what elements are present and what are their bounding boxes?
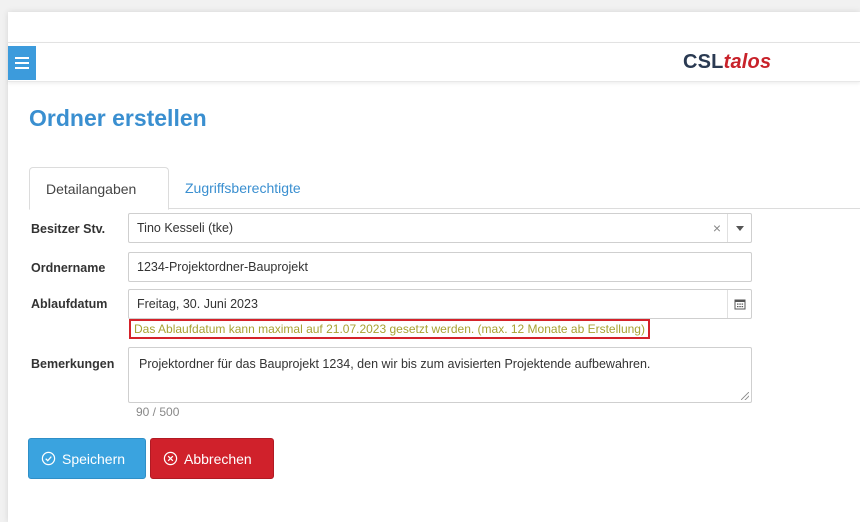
expiry-value: Freitag, 30. Juni 2023 [137, 297, 258, 311]
save-button[interactable]: Speichern [28, 438, 146, 479]
owner-select[interactable]: Tino Kesseli (tke) × [128, 213, 752, 243]
menu-icon-line [15, 62, 29, 64]
menu-icon-line [15, 57, 29, 59]
hamburger-menu-button[interactable] [8, 46, 36, 80]
check-circle-icon [41, 451, 56, 466]
page-title: Ordner erstellen [29, 105, 207, 131]
clear-icon[interactable]: × [713, 214, 721, 242]
folder-name-label: Ordnername [31, 261, 106, 275]
brand-logo-part2: talos [723, 51, 772, 73]
tab-detailangaben[interactable]: Detailangaben [29, 167, 169, 210]
expiry-hint: Das Ablaufdatum kann maximal auf 21.07.2… [129, 319, 650, 339]
top-bar: CSLtalos [8, 42, 860, 82]
brand-logo-part1: CSL [683, 51, 724, 73]
folder-name-input[interactable]: 1234-Projektordner-Bauprojekt [128, 252, 752, 282]
owner-value: Tino Kesseli (tke) [137, 221, 234, 235]
tab-zugriffsberechtigte[interactable]: Zugriffsberechtigte [169, 167, 317, 209]
cancel-button[interactable]: Abbrechen [150, 438, 274, 479]
menu-icon-line [15, 67, 29, 69]
owner-label: Besitzer Stv. [31, 222, 106, 236]
folder-name-value: 1234-Projektordner-Bauprojekt [137, 260, 308, 274]
char-counter: 90 / 500 [136, 405, 180, 419]
brand-logo: CSLtalos [683, 51, 771, 74]
chevron-down-icon[interactable] [727, 214, 751, 242]
x-circle-icon [163, 451, 178, 466]
expiry-date-input[interactable]: Freitag, 30. Juni 2023 [128, 289, 752, 319]
cancel-button-label: Abbrechen [184, 450, 252, 467]
remarks-label: Bemerkungen [31, 357, 115, 371]
resize-handle[interactable] [741, 392, 749, 400]
calendar-icon[interactable] [727, 290, 751, 318]
tab-bar: Detailangaben Zugriffsberechtigte [29, 167, 860, 210]
expiry-label: Ablaufdatum [31, 297, 108, 311]
remarks-value: Projektordner für das Bauprojekt 1234, d… [139, 357, 651, 371]
remarks-textarea[interactable]: Projektordner für das Bauprojekt 1234, d… [128, 347, 752, 403]
save-button-label: Speichern [62, 450, 126, 467]
